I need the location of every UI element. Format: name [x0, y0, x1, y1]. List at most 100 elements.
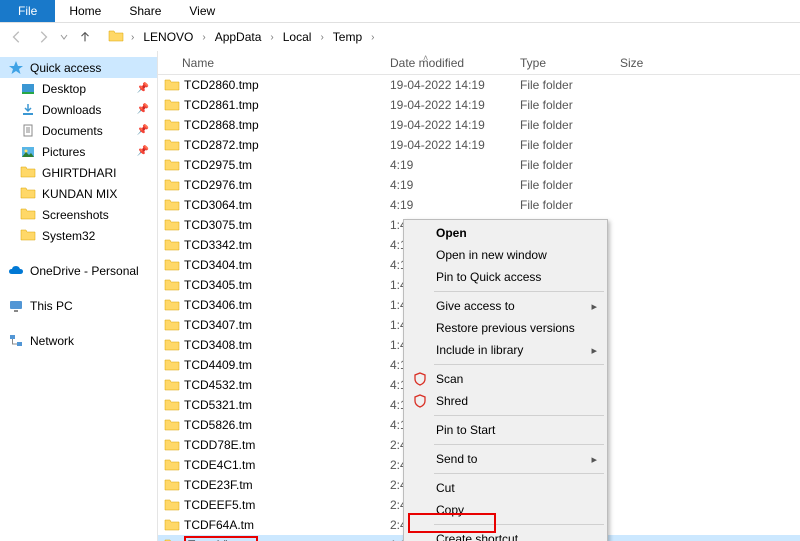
column-headers[interactable]: Name Date modified Type Size ˄: [158, 51, 800, 75]
sidebar-item-label: Downloads: [42, 103, 101, 117]
folder-icon: [164, 78, 180, 92]
chevron-right-icon: ▸: [591, 344, 597, 357]
ctx-give-access-to[interactable]: Give access to▸: [406, 295, 605, 317]
file-name: TCD4409.tm: [184, 358, 252, 372]
tab-share[interactable]: Share: [115, 0, 175, 22]
file-row[interactable]: TCD2976.tm4:19File folder: [158, 175, 800, 195]
sidebar-thispc[interactable]: This PC: [0, 295, 157, 316]
file-name: TCD5826.tm: [184, 418, 252, 432]
file-date: 19-04-2022 14:19: [390, 78, 520, 92]
tab-file[interactable]: File: [0, 0, 55, 22]
breadcrumb-segment[interactable]: LENOVO: [141, 30, 195, 44]
file-row[interactable]: TCD3064.tm4:19File folder: [158, 195, 800, 215]
ctx-pin-quick-access[interactable]: Pin to Quick access: [406, 266, 605, 288]
separator: [434, 473, 604, 474]
file-type: File folder: [520, 118, 620, 132]
file-list: Name Date modified Type Size ˄ TCD2860.t…: [158, 51, 800, 541]
folder-icon: [164, 318, 180, 332]
ctx-scan[interactable]: Scan: [406, 368, 605, 390]
ctx-create-shortcut[interactable]: Create shortcut: [406, 528, 605, 541]
ctx-include-in-library[interactable]: Include in library▸: [406, 339, 605, 361]
file-name: TCDF64A.tm: [184, 518, 254, 532]
breadcrumb-segment[interactable]: Local: [281, 30, 314, 44]
sidebar-item[interactable]: Downloads📌: [0, 99, 157, 120]
item-icon: [20, 186, 36, 202]
column-name[interactable]: Name: [158, 56, 390, 70]
chevron-right-icon: ›: [267, 32, 276, 43]
file-name: TCDE4C1.tm: [184, 458, 255, 472]
column-date[interactable]: Date modified: [390, 56, 520, 70]
pin-icon: 📌: [137, 83, 149, 94]
sidebar-item[interactable]: Documents📌: [0, 120, 157, 141]
item-icon: [20, 207, 36, 223]
column-size[interactable]: Size: [620, 56, 700, 70]
file-name: TCD3408.tm: [184, 338, 252, 352]
star-icon: [8, 60, 24, 76]
chevron-right-icon: ▸: [591, 300, 597, 313]
file-name: TCD3342.tm: [184, 238, 252, 252]
file-type: File folder: [520, 98, 620, 112]
file-name: TCD3405.tm: [184, 278, 252, 292]
chevron-right-icon: ▸: [591, 453, 597, 466]
breadcrumb[interactable]: › LENOVO › AppData › Local › Temp ›: [108, 26, 377, 48]
ctx-open[interactable]: Open: [406, 222, 605, 244]
sidebar-item[interactable]: System32: [0, 225, 157, 246]
pin-icon: 📌: [137, 146, 149, 157]
folder-icon: [164, 218, 180, 232]
tab-view[interactable]: View: [175, 0, 229, 22]
chevron-right-icon: ›: [368, 32, 377, 43]
file-date: 4:19: [390, 178, 520, 192]
separator: [434, 364, 604, 365]
sidebar-item[interactable]: Pictures 📌: [0, 141, 157, 162]
back-button[interactable]: [6, 26, 28, 48]
ctx-cut[interactable]: Cut: [406, 477, 605, 499]
file-row[interactable]: TCD2975.tm4:19File folder: [158, 155, 800, 175]
tab-home[interactable]: Home: [55, 0, 115, 22]
ctx-open-new-window[interactable]: Open in new window: [406, 244, 605, 266]
file-row[interactable]: TCD2872.tmp19-04-2022 14:19File folder: [158, 135, 800, 155]
sidebar-item[interactable]: Desktop📌: [0, 78, 157, 99]
item-icon: [20, 81, 36, 97]
sidebar-item[interactable]: GHIRTDHARI: [0, 162, 157, 183]
file-name: TCD4532.tm: [184, 378, 252, 392]
ctx-pin-start[interactable]: Pin to Start: [406, 419, 605, 441]
column-type[interactable]: Type: [520, 56, 620, 70]
file-row[interactable]: TCD2868.tmp19-04-2022 14:19File folder: [158, 115, 800, 135]
breadcrumb-segment[interactable]: AppData: [213, 30, 264, 44]
file-name: TCD5321.tm: [184, 398, 252, 412]
sidebar-item[interactable]: Screenshots: [0, 204, 157, 225]
ctx-shred[interactable]: Shred: [406, 390, 605, 412]
sidebar-item-label: Pictures: [42, 145, 85, 159]
file-row[interactable]: TCD2860.tmp19-04-2022 14:19File folder: [158, 75, 800, 95]
ctx-label: Shred: [436, 394, 468, 408]
file-name: TCD3407.tm: [184, 318, 252, 332]
ctx-copy[interactable]: Copy: [406, 499, 605, 521]
cloud-icon: [8, 263, 24, 279]
folder-icon: [164, 338, 180, 352]
ctx-send-to[interactable]: Send to▸: [406, 448, 605, 470]
separator: [434, 291, 604, 292]
pin-icon: 📌: [137, 125, 149, 136]
file-name: TCD3404.tm: [184, 258, 252, 272]
sidebar-network[interactable]: Network: [0, 330, 157, 351]
folder-icon: [164, 118, 180, 132]
file-row[interactable]: TCD2861.tmp19-04-2022 14:19File folder: [158, 95, 800, 115]
context-menu: Open Open in new window Pin to Quick acc…: [403, 219, 608, 541]
ribbon-tabs: File Home Share View: [0, 0, 800, 23]
recent-dropdown[interactable]: [58, 26, 70, 48]
file-date: 4:19: [390, 158, 520, 172]
file-name: TCDE23F.tm: [184, 478, 253, 492]
separator: [434, 415, 604, 416]
folder-icon: [164, 438, 180, 452]
sidebar-quick-access[interactable]: Quick access: [0, 57, 157, 78]
forward-button[interactable]: [32, 26, 54, 48]
folder-icon: [164, 258, 180, 272]
ctx-restore-versions[interactable]: Restore previous versions: [406, 317, 605, 339]
sidebar-item[interactable]: KUNDAN MIX: [0, 183, 157, 204]
file-date: 19-04-2022 14:19: [390, 118, 520, 132]
monitor-icon: [8, 298, 24, 314]
sidebar-onedrive[interactable]: OneDrive - Personal: [0, 260, 157, 281]
breadcrumb-segment[interactable]: Temp: [331, 30, 364, 44]
file-name: TeamViewer: [184, 536, 258, 541]
up-button[interactable]: [74, 26, 96, 48]
